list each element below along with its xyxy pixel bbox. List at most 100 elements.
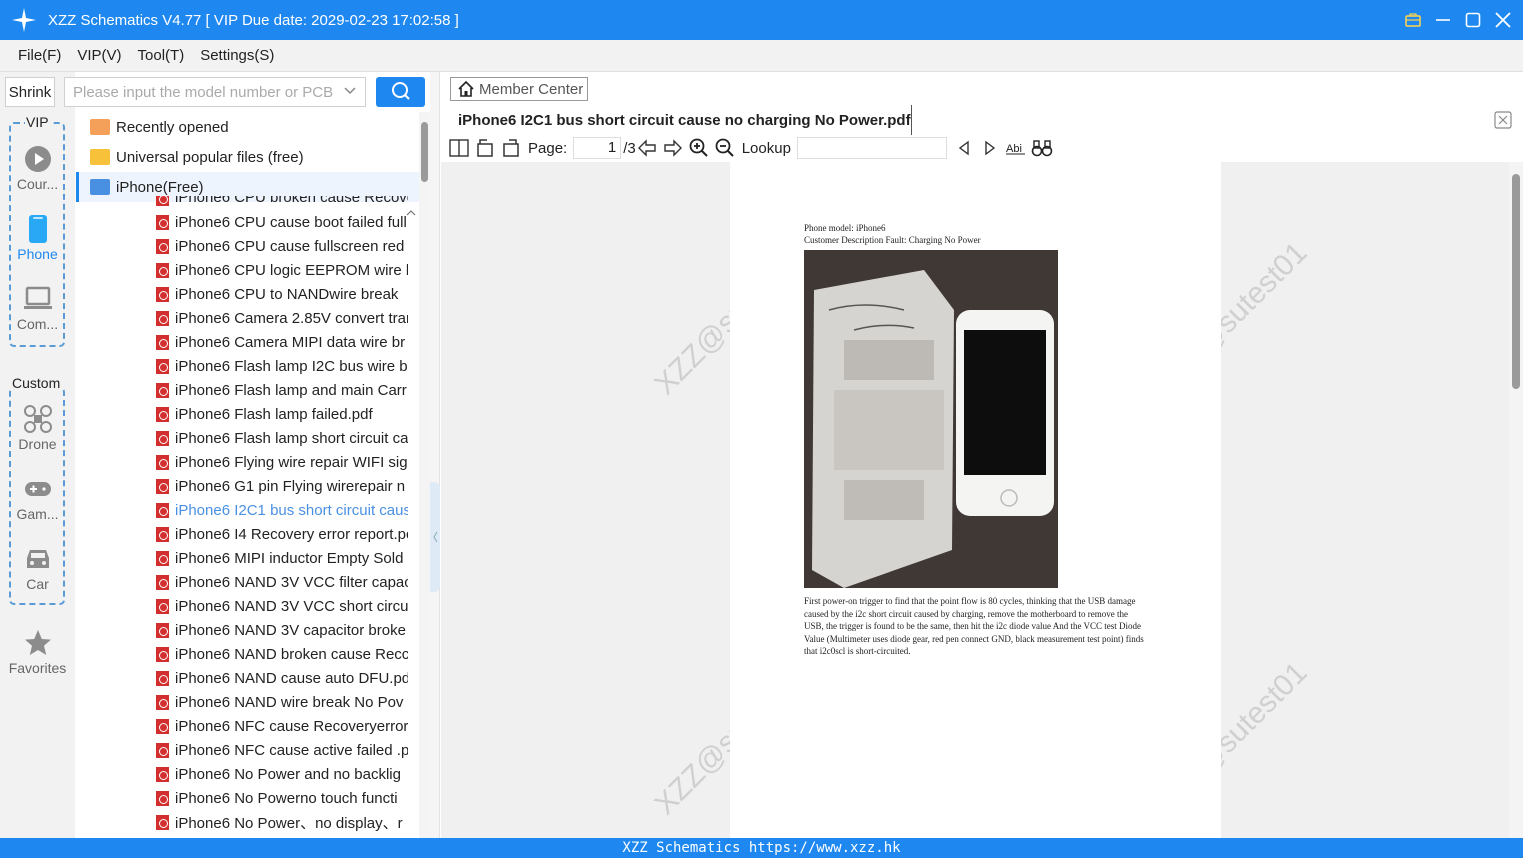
lookup-input[interactable] — [796, 137, 947, 159]
pdf-icon — [156, 622, 169, 638]
rail-item-computer[interactable]: Com... — [0, 284, 75, 332]
file-item[interactable]: iPhone6 NAND cause auto DFU.pd — [156, 666, 408, 690]
close-tab-icon[interactable] — [1493, 110, 1513, 130]
file-item[interactable]: iPhone6 No Powerno touch functi — [156, 786, 408, 810]
file-item[interactable]: iPhone6 G1 pin Flying wirerepair n — [156, 474, 408, 498]
file-item[interactable]: iPhone6 Camera 2.85V convert trar — [156, 306, 408, 330]
zoom-in-icon[interactable] — [688, 137, 710, 159]
file-label: iPhone6 I4 Recovery error report.pc — [175, 525, 408, 543]
folder-icon — [90, 149, 110, 165]
panel-splitter[interactable] — [430, 72, 440, 838]
maximize-button[interactable] — [1463, 10, 1483, 30]
close-button[interactable] — [1493, 10, 1513, 30]
app-logo-icon — [0, 0, 48, 40]
file-item[interactable]: iPhone6 Flash lamp short circuit ca — [156, 426, 408, 450]
next-page-icon[interactable] — [662, 137, 684, 159]
rail-item-courses[interactable]: Cour... — [0, 144, 75, 192]
rail-item-favorites[interactable]: Favorites — [0, 628, 75, 676]
pdf-icon — [156, 646, 169, 662]
file-item[interactable]: iPhone6 NAND 3V VCC short circui — [156, 594, 408, 618]
folder-open-icon — [90, 179, 110, 195]
file-item[interactable]: iPhone6 Flash lamp failed.pdf — [156, 402, 408, 426]
find-prev-icon[interactable] — [953, 137, 975, 159]
folder-label: iPhone(Free) — [116, 178, 204, 196]
pdf-viewport[interactable]: XZZ@sutest01 XZZ@sutest01 XZZ@sutest01 X… — [441, 162, 1509, 838]
pdf-icon — [156, 574, 169, 590]
tree-scrollbar[interactable] — [419, 112, 430, 838]
pdf-icon — [156, 286, 169, 302]
file-item[interactable]: iPhone6 CPU logic EEPROM wire b — [156, 258, 408, 282]
collapse-handle[interactable] — [430, 482, 440, 592]
member-center-button[interactable]: Member Center — [450, 77, 588, 101]
file-label: iPhone6 No Power and no backlig — [175, 765, 401, 783]
find-next-icon[interactable] — [979, 137, 1001, 159]
file-item[interactable]: iPhone6 Flash lamp I2C bus wire b — [156, 354, 408, 378]
menu-tool[interactable]: Tool(T) — [130, 47, 193, 64]
shrink-button[interactable]: Shrink — [5, 77, 55, 107]
file-item[interactable]: iPhone6 I2C1 bus short circuit caus — [156, 498, 408, 522]
rail-item-game[interactable]: Gam... — [0, 474, 75, 522]
menu-vip[interactable]: VIP(V) — [69, 47, 129, 64]
folder-recently-opened[interactable]: Recently opened — [76, 112, 419, 142]
file-item[interactable]: iPhone6 NAND broken cause Recc — [156, 642, 408, 666]
rail-item-label: Cour... — [16, 176, 59, 192]
sidebar-toggle-icon[interactable] — [448, 137, 470, 159]
vip-briefcase-icon[interactable] — [1403, 10, 1423, 30]
folder-universal-popular[interactable]: Universal popular files (free) — [76, 142, 419, 172]
match-case-icon[interactable]: Abi — [1005, 137, 1027, 159]
prev-page-icon[interactable] — [636, 137, 658, 159]
file-item-partial[interactable]: iPhone6 CPU broken cause Recovery — [156, 196, 408, 206]
pdf-icon — [156, 196, 169, 206]
file-item[interactable]: iPhone6 NFC cause Recoveryerror r — [156, 714, 408, 738]
zoom-out-icon[interactable] — [714, 137, 736, 159]
file-item[interactable]: iPhone6 No Power and no backlig — [156, 762, 408, 786]
rail-item-drone[interactable]: Drone — [0, 404, 75, 452]
rotate-right-icon[interactable] — [500, 137, 522, 159]
minimize-button[interactable] — [1433, 10, 1453, 30]
document-tab[interactable]: iPhone6 I2C1 bus short circuit cause no … — [448, 105, 912, 135]
viewer-scrollbar[interactable] — [1509, 162, 1523, 838]
drone-icon — [23, 404, 53, 434]
rail-item-car[interactable]: Car — [0, 544, 75, 592]
viewer-scrollbar-thumb[interactable] — [1512, 174, 1520, 389]
tree-scrollbar-thumb[interactable] — [421, 122, 428, 182]
search-button[interactable] — [376, 77, 425, 107]
file-item[interactable]: iPhone6 No Power、no display、r — [156, 810, 408, 834]
file-item[interactable]: iPhone6 Flash lamp and main Carr — [156, 378, 408, 402]
page-number-input[interactable]: 1 — [573, 137, 622, 159]
file-item[interactable]: iPhone6 CPU cause boot failed full — [156, 210, 408, 234]
file-item[interactable]: iPhone6 Flying wire repair WIFI sig — [156, 450, 408, 474]
file-item[interactable]: iPhone6 NFC cause active failed .p — [156, 738, 408, 762]
chevron-down-icon[interactable] — [343, 84, 357, 102]
file-item[interactable]: iPhone6 CPU cause fullscreen red a — [156, 234, 408, 258]
pdf-icon — [156, 214, 169, 230]
category-rail: Shrink VIP Cour... Phone Com... Custom D… — [0, 72, 75, 838]
pdf-icon — [156, 478, 169, 494]
file-item[interactable]: iPhone6 NAND 3V capacitor broke — [156, 618, 408, 642]
rail-item-phone[interactable]: Phone — [0, 214, 75, 262]
file-label: iPhone6 NAND cause auto DFU.pd — [175, 669, 408, 687]
file-label: iPhone6 G1 pin Flying wirerepair n — [175, 477, 406, 495]
pdf-meta-line: Phone model: iPhone6 — [804, 223, 886, 233]
play-icon — [23, 144, 53, 174]
file-item[interactable]: iPhone6 I4 Recovery error report.pc — [156, 522, 408, 546]
menu-settings[interactable]: Settings(S) — [192, 47, 282, 64]
binoculars-icon[interactable] — [1031, 137, 1053, 159]
pdf-page: Phone model: iPhone6 Customer Descriptio… — [730, 162, 1221, 838]
file-label: iPhone6 Flash lamp failed.pdf — [175, 405, 373, 423]
file-item[interactable]: iPhone6 NAND 3V VCC filter capac — [156, 570, 408, 594]
member-center-label: Member Center — [479, 80, 584, 98]
rotate-left-icon[interactable] — [474, 137, 496, 159]
title-bar: XZZ Schematics V4.77 [ VIP Due date: 202… — [0, 0, 1523, 40]
rail-item-label: Phone — [17, 246, 58, 262]
file-item[interactable]: iPhone6 NAND wire break No Pov — [156, 690, 408, 714]
pdf-icon — [156, 790, 169, 806]
file-item[interactable]: iPhone6 CPU to NANDwire break — [156, 282, 408, 306]
pdf-icon — [156, 718, 169, 734]
file-item[interactable]: iPhone6 Camera MIPI data wire br — [156, 330, 408, 354]
pdf-photo — [804, 250, 1058, 588]
file-label: iPhone6 NFC cause active failed .p — [175, 741, 408, 759]
model-search-input[interactable]: Please input the model number or PCB — [64, 77, 366, 107]
file-item[interactable]: iPhone6 MIPI inductor Empty Sold — [156, 546, 408, 570]
menu-file[interactable]: File(F) — [10, 47, 69, 64]
